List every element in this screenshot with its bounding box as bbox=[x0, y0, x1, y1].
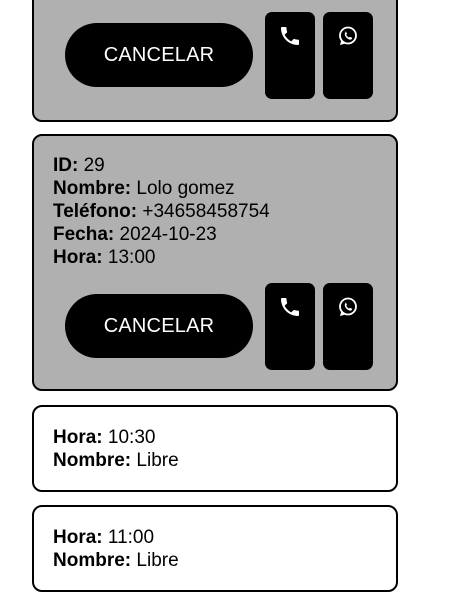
id-row: ID: 29 bbox=[53, 154, 270, 177]
phone-row: Teléfono: +34658458754 bbox=[53, 200, 270, 223]
name-row: Nombre: Lolo gomez bbox=[53, 177, 270, 200]
id-label: ID: bbox=[53, 155, 79, 176]
call-button[interactable] bbox=[265, 283, 315, 370]
slot-details: Hora: 11:00 Nombre: Libre bbox=[53, 526, 179, 572]
slot-details: Hora: 10:30 Nombre: Libre bbox=[53, 426, 179, 472]
name-label: Nombre: bbox=[53, 450, 132, 471]
appointment-details: ID: 29 Nombre: Lolo gomez Teléfono: +346… bbox=[53, 154, 270, 269]
name-row: Nombre: Libre bbox=[53, 549, 179, 572]
date-row: Fecha: 2024-10-23 bbox=[53, 223, 270, 246]
call-button[interactable] bbox=[265, 12, 315, 99]
cancel-button[interactable]: CANCELAR bbox=[65, 294, 253, 358]
cancel-button-label: CANCELAR bbox=[103, 314, 215, 337]
time-label: Hora: bbox=[53, 247, 103, 268]
time-label: Hora: bbox=[53, 527, 103, 548]
name-row: Nombre: Libre bbox=[53, 449, 179, 472]
name-value: Lolo gomez bbox=[136, 178, 235, 199]
time-label: Hora: bbox=[53, 427, 103, 448]
appointment-card: CANCELAR bbox=[32, 0, 398, 122]
phone-value: +34658458754 bbox=[142, 201, 270, 222]
cancel-button[interactable]: CANCELAR bbox=[65, 23, 253, 87]
time-value: 10:30 bbox=[107, 427, 156, 448]
appointment-card: ID: 29 Nombre: Lolo gomez Teléfono: +346… bbox=[32, 134, 398, 391]
cancel-button-label: CANCELAR bbox=[103, 43, 215, 66]
id-value: 29 bbox=[83, 155, 105, 176]
time-row: Hora: 11:00 bbox=[53, 526, 179, 549]
free-slot-card[interactable]: Hora: 11:00 Nombre: Libre bbox=[32, 505, 398, 592]
date-label: Fecha: bbox=[53, 224, 115, 245]
phone-label: Teléfono: bbox=[53, 201, 138, 222]
time-row: Hora: 10:30 bbox=[53, 426, 179, 449]
date-value: 2024-10-23 bbox=[119, 224, 217, 245]
time-value: 13:00 bbox=[107, 247, 156, 268]
free-slot-card[interactable]: Hora: 10:30 Nombre: Libre bbox=[32, 405, 398, 492]
time-row: Hora: 13:00 bbox=[53, 246, 270, 269]
name-label: Nombre: bbox=[53, 178, 132, 199]
name-value: Libre bbox=[136, 450, 179, 471]
name-label: Nombre: bbox=[53, 550, 132, 571]
name-value: Libre bbox=[136, 550, 179, 571]
time-value: 11:00 bbox=[107, 527, 155, 548]
whatsapp-button[interactable] bbox=[323, 12, 373, 99]
whatsapp-button[interactable] bbox=[323, 283, 373, 370]
